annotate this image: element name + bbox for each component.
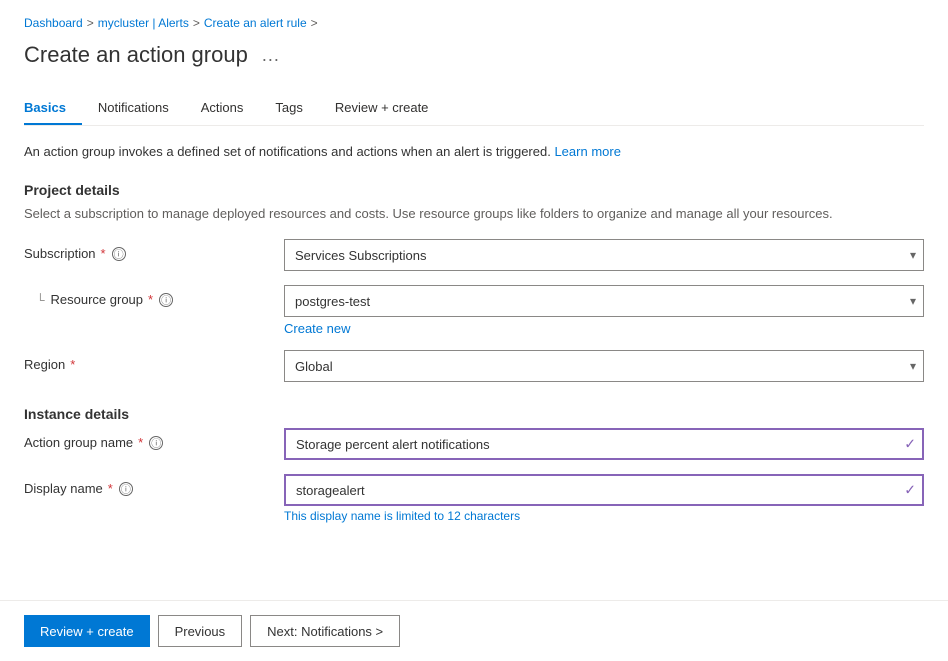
tab-nav: Basics Notifications Actions Tags Review… [24,92,924,126]
page-title: Create an action group [24,42,248,68]
display-name-row: Display name * ⓘ ✓ This display name is … [24,474,924,523]
tab-tags[interactable]: Tags [259,92,318,125]
tab-notifications[interactable]: Notifications [82,92,185,125]
display-name-required: * [108,481,113,496]
display-name-label: Display name [24,481,103,496]
action-group-name-input-wrapper: ✓ [284,428,924,460]
previous-button[interactable]: Previous [158,615,243,647]
instance-details-section: Instance details Action group name * ⓘ ✓… [24,406,924,523]
description-text: An action group invokes a defined set of… [24,142,924,162]
breadcrumb-dashboard[interactable]: Dashboard [24,16,83,30]
create-new-rg-link[interactable]: Create new [284,321,924,336]
display-name-input[interactable] [284,474,924,506]
resource-group-info-icon[interactable]: ⓘ [159,293,173,307]
subscription-select-wrapper: Services Subscriptions ▾ [284,239,924,271]
breadcrumb: Dashboard > mycluster | Alerts > Create … [24,16,924,30]
display-name-hint: This display name is limited to 12 chara… [284,509,924,523]
page-title-row: Create an action group ... [24,42,924,68]
resource-group-select-wrapper: postgres-test ▾ [284,285,924,317]
tab-review-create[interactable]: Review + create [319,92,445,125]
project-details-subtitle: Select a subscription to manage deployed… [24,204,924,224]
subscription-label: Subscription [24,246,96,261]
subscription-select[interactable]: Services Subscriptions [284,239,924,271]
resource-group-label: Resource group [51,292,144,307]
tab-basics[interactable]: Basics [24,92,82,125]
resource-group-required: * [148,292,153,307]
resource-group-row: └ Resource group * ⓘ postgres-test ▾ Cre… [24,285,924,336]
subscription-required: * [101,246,106,261]
region-select-wrapper: Global ▾ [284,350,924,382]
region-required: * [70,357,75,372]
display-name-checkmark-icon: ✓ [904,482,916,499]
subscription-row: Subscription * ⓘ Services Subscriptions … [24,239,924,271]
learn-more-link[interactable]: Learn more [554,144,620,159]
action-group-name-required: * [138,435,143,450]
breadcrumb-create-alert-rule[interactable]: Create an alert rule [204,16,307,30]
region-label: Region [24,357,65,372]
action-group-name-info-icon[interactable]: ⓘ [149,436,163,450]
project-details-section: Project details Select a subscription to… [24,182,924,383]
action-group-name-row: Action group name * ⓘ ✓ [24,428,924,460]
action-group-name-input[interactable] [284,428,924,460]
project-details-title: Project details [24,182,924,198]
action-group-name-checkmark-icon: ✓ [904,436,916,453]
tab-actions[interactable]: Actions [185,92,260,125]
display-name-input-wrapper: ✓ [284,474,924,506]
review-create-button[interactable]: Review + create [24,615,150,647]
action-group-name-label: Action group name [24,435,133,450]
region-row: Region * Global ▾ [24,350,924,382]
next-notifications-button[interactable]: Next: Notifications > [250,615,400,647]
ellipsis-button[interactable]: ... [258,43,284,68]
region-select[interactable]: Global [284,350,924,382]
footer-bar: Review + create Previous Next: Notificat… [0,600,948,661]
resource-group-select[interactable]: postgres-test [284,285,924,317]
instance-details-title: Instance details [24,406,924,422]
subscription-info-icon[interactable]: ⓘ [112,247,126,261]
rg-indent-symbol: └ [36,293,45,307]
display-name-info-icon[interactable]: ⓘ [119,482,133,496]
breadcrumb-alerts[interactable]: mycluster | Alerts [98,16,189,30]
